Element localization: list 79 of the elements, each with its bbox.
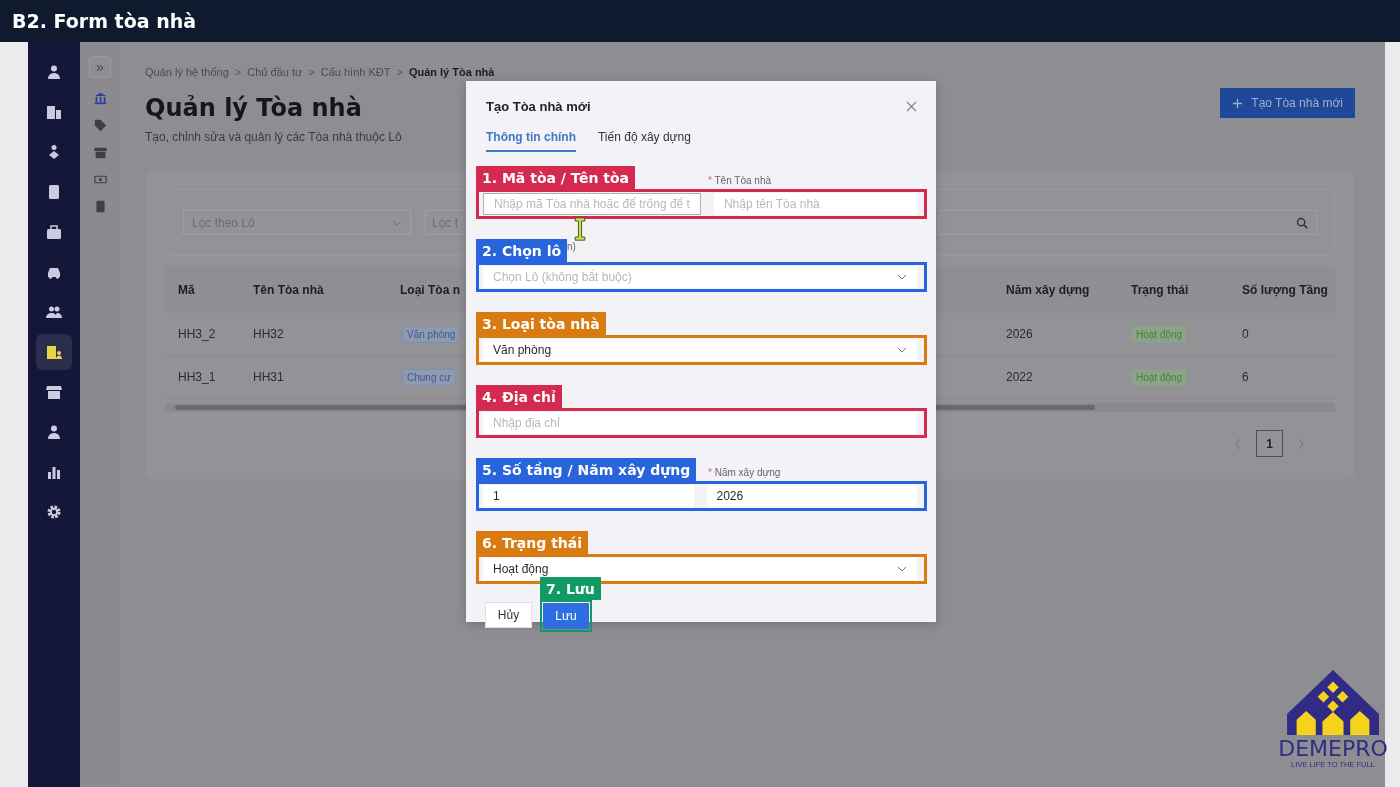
create-building-button[interactable]: Tạo Tòa nhà mới — [1220, 88, 1355, 118]
select-field[interactable]: Hoạt động — [483, 558, 917, 580]
chevron-down-icon — [392, 219, 402, 226]
select-field[interactable]: Văn phòng — [483, 339, 917, 361]
close-icon[interactable] — [906, 101, 917, 112]
tag-icon[interactable] — [93, 119, 107, 132]
table-cell-text: HH3_2 — [177, 327, 217, 341]
type-tag: Chung cư — [402, 369, 456, 386]
table-cell-text: HH3_1 — [177, 370, 217, 384]
buildings-icon — [46, 104, 62, 120]
field-label: * Năm xây dựng — [708, 467, 782, 480]
breadcrumb-link[interactable]: Quản lý Tòa nhà — [408, 66, 495, 78]
plus-icon — [1232, 97, 1244, 109]
column-header: Năm xây dựng — [1005, 282, 1091, 297]
status-tag: Hoạt động — [1131, 369, 1188, 386]
column-header: Số lượng Tầng — [1241, 282, 1329, 297]
input-field[interactable]: Nhập địa chỉ — [483, 412, 917, 434]
table-cell-text: 2022 — [1005, 370, 1034, 384]
field-label: * Tên Tòa nhà — [708, 175, 773, 188]
person-icon — [46, 64, 62, 80]
annotation-tag: 1. Mã tòa / Tên tòa — [476, 166, 635, 189]
table-cell-text: 2026 — [1005, 327, 1034, 341]
input-field[interactable]: 1 — [483, 485, 694, 507]
page-subtitle: Tạo, chỉnh sửa và quản lý các Tòa nhà thuộc Lô — [145, 130, 402, 144]
table-cell-text: HH32 — [252, 327, 285, 341]
tab[interactable]: Tiến độ xây dựng — [598, 130, 691, 152]
building-icon[interactable] — [93, 200, 107, 213]
chevron-down-icon — [897, 347, 907, 353]
store-icon — [46, 384, 62, 400]
breadcrumb-link[interactable]: Cấu hình KĐT — [320, 66, 391, 78]
tab[interactable]: Thông tin chính — [486, 130, 576, 152]
logo-icon — [1285, 668, 1381, 735]
slide-title: B2. Form tòa nhà — [12, 10, 197, 32]
select-field[interactable]: Chọn Lô (không bắt buộc) — [483, 266, 917, 288]
store-icon[interactable] — [93, 146, 107, 159]
breadcrumb-link[interactable]: Quản lý hệ thống — [145, 66, 229, 78]
chevron-down-icon — [897, 566, 907, 572]
table-cell-text: 6 — [1241, 370, 1250, 384]
annotation-tag: 7. Lưu — [540, 577, 601, 600]
column-header: Loại Tòa n — [399, 282, 461, 297]
cancel-button[interactable]: Hủy — [485, 602, 532, 628]
annotation-tag: 4. Địa chỉ — [476, 385, 562, 408]
annotation-tag: 6. Trạng thái — [476, 531, 589, 554]
column-header: Trạng thái — [1130, 282, 1190, 297]
input-field[interactable]: 2026 — [706, 485, 917, 507]
breadcrumb-separator: > — [396, 66, 403, 78]
annotation-tag: 2. Chọn lô — [476, 239, 568, 262]
column-header: Tên Tòa nhà — [252, 282, 325, 297]
money-icon[interactable] — [93, 173, 107, 186]
status-tag: Hoạt động — [1131, 326, 1188, 343]
search-field[interactable] — [939, 210, 1317, 235]
breadcrumb-link[interactable]: Chủ đầu tư — [247, 66, 303, 78]
building-person-icon — [46, 344, 62, 360]
type-tag: Văn phòng — [402, 326, 461, 343]
settings-icon — [46, 504, 62, 520]
calculator-icon — [46, 184, 62, 200]
input-field[interactable]: Nhập mã Tòa nhà hoặc để trống để t — [483, 193, 701, 215]
annotation-tag: 3. Loại tòa nhà — [476, 312, 606, 335]
person-icon — [46, 424, 62, 440]
search-icon — [1296, 216, 1308, 229]
save-button[interactable]: Lưu — [543, 603, 589, 629]
dialog-title: Tạo Tòa nhà mới — [486, 99, 591, 114]
column-header: Mã — [177, 282, 196, 297]
breadcrumb-separator: > — [308, 66, 315, 78]
breadcrumb-separator: > — [234, 66, 242, 78]
annotation-tag: 5. Số tầng / Năm xây dựng — [476, 458, 697, 481]
sidebar-item[interactable] — [36, 334, 72, 370]
expand-button[interactable]: » — [89, 56, 111, 78]
chevron-down-icon — [897, 274, 907, 280]
page-button[interactable]: 1 — [1256, 430, 1283, 457]
field-label: n) — [567, 240, 576, 254]
table-cell-text: HH31 — [252, 370, 285, 384]
page-title: Quản lý Tòa nhà — [145, 94, 363, 122]
briefcase-icon — [46, 224, 62, 240]
bar-chart-icon — [46, 464, 62, 480]
text-cursor-icon — [574, 217, 586, 241]
people-icon — [46, 304, 62, 320]
bank-icon[interactable] — [93, 92, 107, 105]
table-cell-text: 0 — [1241, 327, 1250, 341]
